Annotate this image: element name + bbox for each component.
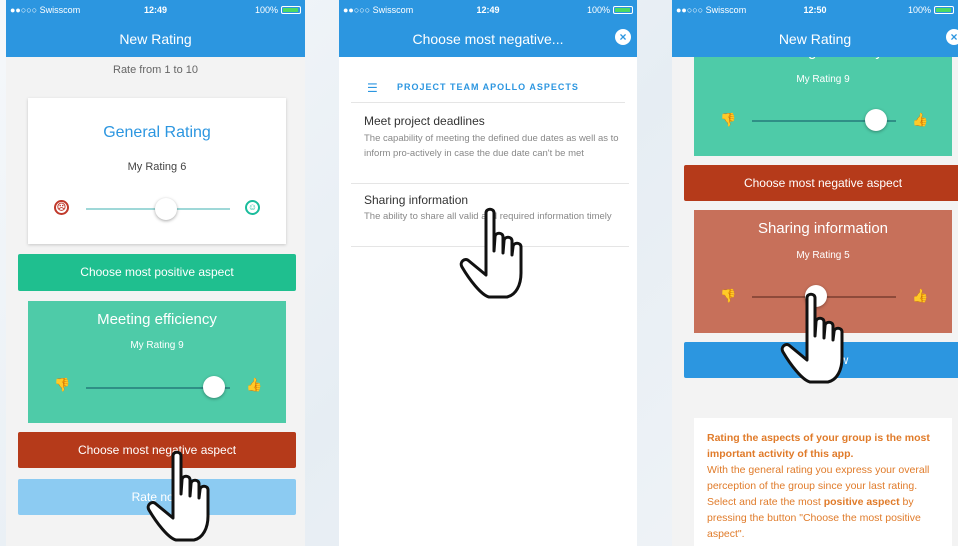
status-bar: ●●○○○ Swisscom 12:49 100%	[339, 0, 637, 20]
choose-negative-aspect-button[interactable]: Choose most negative aspect	[684, 165, 958, 201]
thumbs-up-icon: 👍	[912, 112, 929, 127]
nav-bar: New Rating	[6, 20, 305, 57]
nav-bar: Choose most negative... ×	[339, 20, 637, 57]
general-my-rating: My Rating 6	[127, 161, 187, 173]
info-heading: Rating the aspects of your group is the …	[707, 432, 930, 460]
battery-indicator: 100%	[587, 5, 633, 15]
section-header-label: PROJECT TEAM APOLLO ASPECTS	[397, 82, 579, 92]
battery-label: 100%	[907, 5, 931, 15]
list-item-desc: The capability of meeting the defined du…	[364, 133, 619, 159]
nav-title: New Rating	[778, 31, 852, 47]
efficiency-slider-thumb[interactable]	[203, 376, 225, 398]
section-header: ☰ PROJECT TEAM APOLLO ASPECTS	[351, 73, 625, 103]
battery-icon	[613, 6, 633, 14]
meeting-efficiency-rating: My Rating 9	[796, 74, 850, 85]
list-icon: ☰	[367, 81, 378, 95]
nav-title: Choose most negative...	[412, 31, 564, 47]
thumbs-up-icon: 👍	[246, 377, 263, 392]
battery-label: 100%	[254, 5, 278, 15]
battery-icon	[281, 6, 301, 14]
pointer-hand-icon	[459, 207, 523, 299]
info-paragraph-2a: Select and rate the most	[707, 496, 824, 508]
choose-positive-aspect-button[interactable]: Choose most positive aspect	[18, 254, 296, 291]
meeting-efficiency-title: Meeting efficiency	[97, 311, 217, 328]
rate-range-hint: Rate from 1 to 10	[113, 64, 198, 76]
efficiency-slider-thumb[interactable]	[865, 109, 887, 131]
info-paragraph-2b: positive aspect	[823, 496, 900, 508]
battery-icon	[934, 6, 954, 14]
thumbs-down-icon: 👎	[720, 112, 737, 127]
sad-face-icon: ☹	[54, 200, 69, 215]
general-rating-title: General Rating	[103, 124, 211, 141]
pointer-hand-icon	[780, 292, 844, 384]
sharing-information-rating: My Rating 5	[796, 250, 850, 261]
meeting-efficiency-rating: My Rating 9	[130, 340, 184, 351]
thumbs-up-icon: 👍	[912, 288, 929, 303]
screen-choose-negative: ●●○○○ Swisscom 12:49 100% Choose most ne…	[339, 0, 637, 546]
battery-indicator: 100%	[255, 5, 301, 15]
close-icon[interactable]: ×	[946, 29, 958, 45]
thumbs-down-icon: 👎	[720, 288, 737, 303]
info-text: Rating the aspects of your group is the …	[707, 430, 943, 542]
nav-title: New Rating	[119, 31, 192, 47]
list-item-title: Sharing information	[364, 193, 469, 207]
close-icon[interactable]: ×	[615, 29, 631, 45]
pointer-hand-icon	[146, 450, 210, 542]
battery-label: 100%	[586, 5, 610, 15]
status-bar: ●●○○○ Swisscom 12:50 100%	[672, 0, 958, 20]
screen-new-rating: ●●○○○ Swisscom 12:49 100% New Rating Rat…	[6, 0, 305, 546]
general-rating-slider-thumb[interactable]	[155, 198, 177, 220]
info-paragraph-1: With the general rating you express your…	[707, 464, 930, 492]
list-item-title: Meet project deadlines	[364, 114, 485, 128]
thumbs-down-icon: 👎	[54, 377, 71, 392]
nav-bar: New Rating ×	[672, 20, 958, 57]
battery-indicator: 100%	[908, 5, 954, 15]
sharing-information-title: Sharing information	[757, 220, 889, 237]
meeting-efficiency-card: Meeting efficiency My Rating 9 👎 👍	[28, 301, 286, 423]
happy-face-icon: ☺	[245, 200, 260, 215]
status-bar: ●●○○○ Swisscom 12:49 100%	[6, 0, 305, 20]
general-rating-card: General Rating My Rating 6 ☹ ☺	[28, 98, 286, 244]
info-card: Rating the aspects of your group is the …	[694, 418, 952, 546]
screen-new-rating-scrolled: ●●○○○ Swisscom 12:50 100% Meeting effici…	[672, 0, 958, 546]
list-item[interactable]: Meet project deadlines The capability of…	[351, 104, 629, 184]
